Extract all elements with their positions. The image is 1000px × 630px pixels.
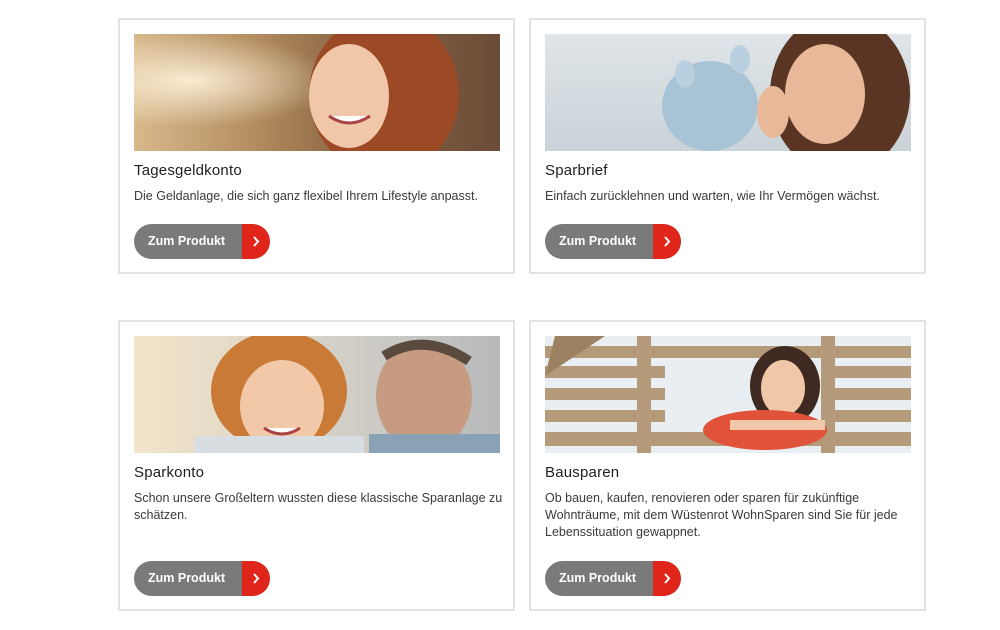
chevron-right-icon — [653, 224, 681, 259]
card-title: Sparbrief — [545, 162, 608, 179]
card-description: Einfach zurücklehnen und warten, wie Ihr… — [545, 189, 880, 203]
product-card-tagesgeldkonto: Tagesgeldkonto Die Geldanlage, die sich … — [118, 18, 515, 274]
card-title: Tagesgeldkonto — [134, 162, 242, 179]
product-grid: Tagesgeldkonto Die Geldanlage, die sich … — [0, 0, 1000, 630]
card-description: Die Geldanlage, die sich ganz flexibel I… — [134, 189, 478, 203]
woman-in-wooden-house-photo — [545, 336, 911, 453]
product-card-bausparen: Bausparen Ob bauen, kaufen, renovieren o… — [529, 320, 926, 611]
zum-produkt-button[interactable]: Zum Produkt — [545, 224, 681, 259]
woman-smiling-photo — [134, 34, 500, 151]
product-card-sparbrief: Sparbrief Einfach zurücklehnen und warte… — [529, 18, 926, 274]
button-label: Zum Produkt — [559, 571, 637, 585]
product-card-sparkonto: Sparkonto Schon unsere Großeltern wusste… — [118, 320, 515, 611]
boy-and-grandfather-photo — [134, 336, 500, 453]
woman-with-piggy-bank-photo — [545, 34, 911, 151]
card-description: Ob bauen, kaufen, renovieren oder sparen… — [545, 491, 898, 539]
zum-produkt-button[interactable]: Zum Produkt — [134, 561, 270, 596]
card-title: Sparkonto — [134, 464, 205, 481]
card-description: Schon unsere Großeltern wussten diese kl… — [134, 491, 503, 522]
zum-produkt-button[interactable]: Zum Produkt — [545, 561, 681, 596]
card-title: Bausparen — [545, 464, 620, 481]
button-label: Zum Produkt — [148, 571, 226, 585]
chevron-right-icon — [242, 561, 270, 596]
chevron-right-icon — [653, 561, 681, 596]
button-label: Zum Produkt — [559, 234, 637, 248]
zum-produkt-button[interactable]: Zum Produkt — [134, 224, 270, 259]
button-label: Zum Produkt — [148, 234, 226, 248]
chevron-right-icon — [242, 224, 270, 259]
